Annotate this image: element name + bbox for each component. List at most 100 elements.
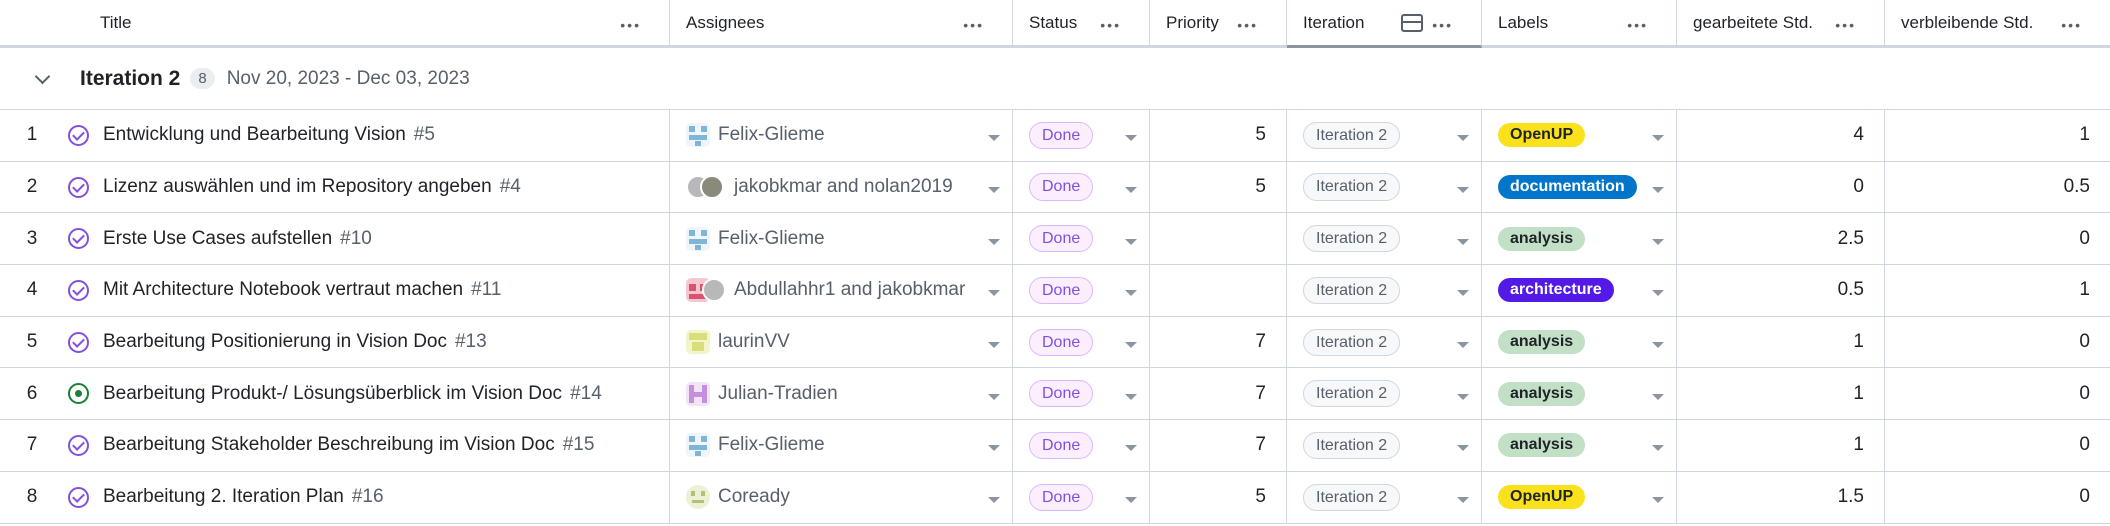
table-row[interactable]: 6 Bearbeitung Produkt-/ Lösungsüberblick …	[0, 368, 2110, 421]
priority-cell[interactable]: 7	[1150, 420, 1287, 471]
chevron-down-icon[interactable]	[1125, 135, 1137, 142]
column-header-worked-hours[interactable]: gearbeitete Std.	[1677, 0, 1885, 45]
labels-cell[interactable]: analysis	[1482, 420, 1677, 471]
column-menu-icon[interactable]	[1627, 12, 1648, 34]
table-row[interactable]: 3 Erste Use Cases aufstellen #10 Felix-Glie…	[0, 213, 2110, 266]
priority-cell[interactable]: 5	[1150, 471, 1287, 523]
remaining-hours-cell[interactable]: 0	[1885, 213, 2110, 264]
assignees-cell[interactable]: Coready	[670, 471, 1013, 523]
worked-hours-cell[interactable]: 0.5	[1677, 265, 1885, 316]
iteration-cell[interactable]: Iteration 2	[1287, 368, 1482, 420]
iteration-cell[interactable]: Iteration 2	[1287, 213, 1482, 265]
iteration-cell[interactable]: Iteration 2	[1287, 420, 1482, 471]
chevron-down-icon[interactable]	[34, 71, 50, 87]
labels-cell[interactable]: analysis	[1482, 316, 1677, 368]
issue-title-link[interactable]: Bearbeitung Produkt-/ Lösungsüberblick i…	[103, 383, 562, 405]
table-row[interactable]: 5 Bearbeitung Positionierung in Vision Do…	[0, 316, 2110, 369]
title-cell[interactable]: 1 Entwicklung und Bearbeitung Vision #5	[0, 110, 670, 161]
chevron-down-icon[interactable]	[1457, 135, 1469, 142]
status-cell[interactable]: Done	[1013, 110, 1150, 161]
chevron-down-icon[interactable]	[1125, 497, 1137, 504]
chevron-down-icon[interactable]	[988, 290, 1000, 297]
chevron-down-icon[interactable]	[1125, 187, 1137, 194]
chevron-down-icon[interactable]	[1457, 342, 1469, 349]
column-menu-icon[interactable]	[1432, 12, 1453, 34]
status-cell[interactable]: Done	[1013, 420, 1150, 471]
column-header-remaining-hours[interactable]: verbleibende Std.	[1885, 0, 2110, 45]
worked-hours-cell[interactable]: 1	[1677, 316, 1885, 368]
labels-cell[interactable]: documentation	[1482, 161, 1677, 213]
table-row[interactable]: 1 Entwicklung und Bearbeitung Vision #5 Fel…	[0, 110, 2110, 162]
remaining-hours-cell[interactable]: 0.5	[1885, 162, 2110, 213]
issue-title-link[interactable]: Bearbeitung 2. Iteration Plan	[103, 486, 344, 508]
status-cell[interactable]: Done	[1013, 316, 1150, 368]
priority-cell[interactable]	[1150, 265, 1287, 316]
chevron-down-icon[interactable]	[1457, 238, 1469, 245]
assignees-cell[interactable]: laurinVV	[670, 316, 1013, 368]
table-row[interactable]: 4 Mit Architecture Notebook vertraut mach…	[0, 265, 2110, 317]
title-cell[interactable]: 5 Bearbeitung Positionierung in Vision Do…	[0, 316, 670, 368]
priority-cell[interactable]: 5	[1150, 110, 1287, 161]
priority-cell[interactable]	[1150, 213, 1287, 265]
issue-title-link[interactable]: Bearbeitung Positionierung in Vision Doc	[103, 331, 447, 353]
group-by-icon[interactable]	[1401, 13, 1423, 32]
worked-hours-cell[interactable]: 1	[1677, 368, 1885, 420]
table-row[interactable]: 2 Lizenz auswählen und im Repository ange…	[0, 161, 2110, 214]
column-menu-icon[interactable]	[620, 12, 641, 34]
chevron-down-icon[interactable]	[1652, 342, 1664, 349]
chevron-down-icon[interactable]	[988, 187, 1000, 194]
chevron-down-icon[interactable]	[1125, 445, 1137, 452]
chevron-down-icon[interactable]	[988, 135, 1000, 142]
chevron-down-icon[interactable]	[988, 497, 1000, 504]
title-cell[interactable]: 6 Bearbeitung Produkt-/ Lösungsüberblick …	[0, 368, 670, 420]
column-header-priority[interactable]: Priority	[1150, 0, 1287, 45]
chevron-down-icon[interactable]	[988, 445, 1000, 452]
column-header-iteration[interactable]: Iteration	[1287, 0, 1482, 48]
group-header[interactable]: Iteration 2 8 Nov 20, 2023 - Dec 03, 202…	[0, 48, 2110, 110]
remaining-hours-cell[interactable]: 0	[1885, 317, 2110, 368]
chevron-down-icon[interactable]	[1125, 342, 1137, 349]
status-cell[interactable]: Done	[1013, 471, 1150, 523]
status-cell[interactable]: Done	[1013, 213, 1150, 265]
assignees-cell[interactable]: Abdullahhr1 and jakobkmar	[670, 265, 1013, 316]
column-menu-icon[interactable]	[1100, 12, 1121, 34]
chevron-down-icon[interactable]	[1652, 238, 1664, 245]
remaining-hours-cell[interactable]: 0	[1885, 420, 2110, 471]
worked-hours-cell[interactable]: 1	[1677, 420, 1885, 471]
chevron-down-icon[interactable]	[1652, 290, 1664, 297]
chevron-down-icon[interactable]	[1457, 497, 1469, 504]
issue-title-link[interactable]: Entwicklung und Bearbeitung Vision	[103, 124, 406, 146]
worked-hours-cell[interactable]: 0	[1677, 161, 1885, 213]
column-menu-icon[interactable]	[2061, 12, 2082, 34]
issue-title-link[interactable]: Mit Architecture Notebook vertraut mache…	[103, 279, 463, 301]
worked-hours-cell[interactable]: 1.5	[1677, 471, 1885, 523]
chevron-down-icon[interactable]	[1457, 445, 1469, 452]
iteration-cell[interactable]: Iteration 2	[1287, 110, 1482, 161]
issue-title-link[interactable]: Bearbeitung Stakeholder Beschreibung im …	[103, 434, 555, 456]
remaining-hours-cell[interactable]: 0	[1885, 472, 2110, 523]
table-row[interactable]: 7 Bearbeitung Stakeholder Beschreibung im…	[0, 420, 2110, 472]
chevron-down-icon[interactable]	[988, 342, 1000, 349]
priority-cell[interactable]: 7	[1150, 316, 1287, 368]
chevron-down-icon[interactable]	[1125, 290, 1137, 297]
chevron-down-icon[interactable]	[1125, 238, 1137, 245]
chevron-down-icon[interactable]	[1652, 135, 1664, 142]
chevron-down-icon[interactable]	[1652, 393, 1664, 400]
labels-cell[interactable]: architecture	[1482, 265, 1677, 316]
chevron-down-icon[interactable]	[1457, 290, 1469, 297]
iteration-cell[interactable]: Iteration 2	[1287, 316, 1482, 368]
labels-cell[interactable]: OpenUP	[1482, 110, 1677, 161]
title-cell[interactable]: 4 Mit Architecture Notebook vertraut mach…	[0, 265, 670, 316]
title-cell[interactable]: 7 Bearbeitung Stakeholder Beschreibung im…	[0, 420, 670, 471]
title-cell[interactable]: 3 Erste Use Cases aufstellen #10	[0, 213, 670, 265]
issue-title-link[interactable]: Erste Use Cases aufstellen	[103, 228, 332, 250]
labels-cell[interactable]: OpenUP	[1482, 471, 1677, 523]
chevron-down-icon[interactable]	[1652, 187, 1664, 194]
column-menu-icon[interactable]	[1237, 12, 1258, 34]
column-header-assignees[interactable]: Assignees	[670, 0, 1013, 45]
labels-cell[interactable]: analysis	[1482, 213, 1677, 265]
column-menu-icon[interactable]	[963, 12, 984, 34]
chevron-down-icon[interactable]	[988, 238, 1000, 245]
iteration-cell[interactable]: Iteration 2	[1287, 471, 1482, 523]
status-cell[interactable]: Done	[1013, 161, 1150, 213]
